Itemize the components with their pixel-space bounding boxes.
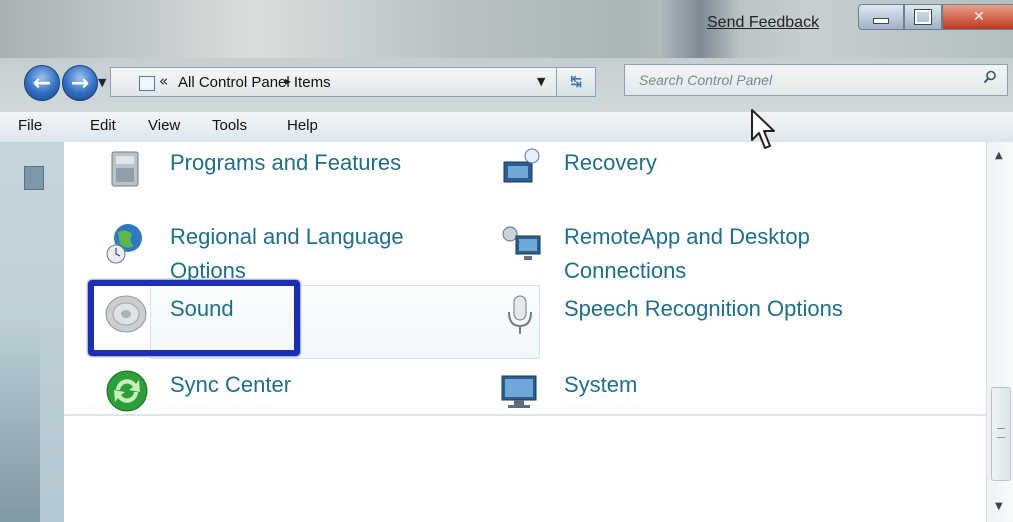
maximize-button[interactable] [904, 4, 942, 30]
menu-bar: File Edit View Tools Help [0, 112, 1013, 143]
back-button[interactable]: ← [24, 65, 60, 101]
minimize-icon [873, 18, 889, 24]
breadcrumb-overflow[interactable]: « [159, 72, 168, 90]
item-label[interactable]: Sync Center [170, 368, 291, 402]
address-bar[interactable]: « All Control Panel Items ▸ ▼ [110, 67, 596, 97]
breadcrumb-all-control-panel-items[interactable]: All Control Panel Items [178, 74, 331, 91]
maximize-icon [914, 9, 932, 25]
control-panel-window: Send Feedback ✕ ← → ▼ « All Control Pane… [0, 0, 1013, 522]
menu-help[interactable]: Help [287, 117, 318, 134]
remote-desktop-icon [502, 226, 541, 260]
nav-pane-icon[interactable] [24, 166, 44, 190]
title-bar: Send Feedback ✕ [0, 0, 1013, 58]
search-placeholder: Search Control Panel [639, 72, 773, 88]
search-input[interactable]: Search Control Panel [624, 64, 1008, 96]
item-remoteapp-and-desktop-connections[interactable]: RemoteApp and Desktop Connections [498, 220, 828, 290]
minimize-button[interactable] [858, 4, 904, 30]
mouse-cursor-icon [751, 109, 775, 149]
item-label[interactable]: Regional and Language Options [170, 220, 470, 288]
item-label[interactable]: Speech Recognition Options [564, 292, 924, 326]
vertical-scrollbar[interactable]: ▲ ▼ [986, 142, 1013, 522]
item-label[interactable]: RemoteApp and Desktop Connections [564, 220, 864, 288]
breadcrumb-arrow-icon[interactable]: ▸ [285, 74, 291, 88]
scrollbar-thumb[interactable] [991, 387, 1011, 481]
menu-view[interactable]: View [148, 117, 180, 134]
sound-highlight-box [88, 280, 300, 356]
close-button[interactable]: ✕ [942, 4, 1013, 30]
forward-button[interactable]: → [62, 65, 98, 101]
navigation-row: ← → ▼ « All Control Panel Items ▸ ▼ ↹ Se… [0, 60, 1013, 104]
item-system[interactable]: System [498, 368, 798, 418]
computer-icon [501, 375, 537, 408]
item-label[interactable]: System [564, 368, 637, 402]
refresh-button[interactable]: ↹ [556, 67, 596, 97]
search-icon[interactable] [983, 70, 997, 84]
menu-edit[interactable]: Edit [90, 117, 116, 134]
sync-icon [106, 370, 148, 412]
scroll-up-icon[interactable]: ▲ [995, 150, 1003, 161]
menu-file[interactable]: File [18, 117, 42, 134]
navigation-pane [0, 142, 64, 522]
recent-pages-dropdown[interactable]: ▼ [98, 76, 106, 89]
menu-tools[interactable]: Tools [212, 117, 247, 134]
refresh-icon: ↹ [570, 74, 582, 90]
item-sync-center[interactable]: Sync Center [104, 368, 434, 418]
forward-arrow-icon: → [70, 70, 90, 96]
globe-icon [106, 224, 142, 264]
caption-buttons: ✕ [858, 4, 1013, 30]
item-label[interactable]: Programs and Features [170, 146, 401, 180]
recovery-icon [503, 148, 540, 183]
item-speech-recognition-options[interactable]: Speech Recognition Options [498, 292, 918, 342]
close-icon: ✕ [973, 9, 985, 25]
control-panel-icon [139, 76, 155, 91]
send-feedback-link[interactable]: Send Feedback [707, 14, 819, 32]
item-label[interactable]: Recovery [564, 146, 657, 180]
scroll-down-icon[interactable]: ▼ [995, 501, 1003, 512]
item-recovery[interactable]: Recovery [498, 146, 798, 196]
back-arrow-icon: ← [32, 70, 52, 96]
microphone-icon [508, 295, 532, 334]
address-dropdown-icon[interactable]: ▼ [537, 75, 545, 88]
programs-icon [111, 151, 139, 187]
content-divider [64, 414, 986, 416]
item-programs-and-features[interactable]: Programs and Features [104, 146, 434, 196]
